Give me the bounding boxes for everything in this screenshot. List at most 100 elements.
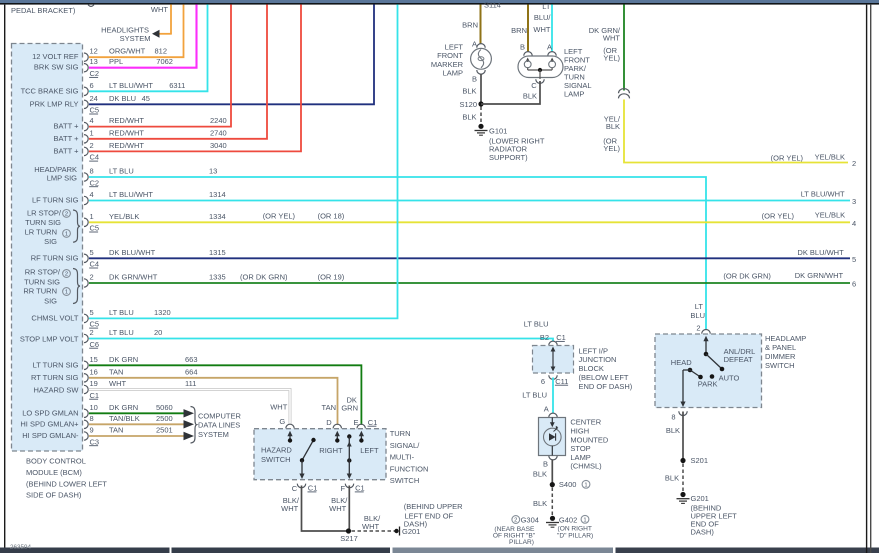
svg-text:TURN SIG: TURN SIG — [25, 218, 61, 227]
svg-text:B: B — [472, 75, 477, 84]
svg-text:5: 5 — [852, 255, 856, 264]
svg-text:111: 111 — [185, 379, 196, 388]
svg-text:WHT: WHT — [603, 34, 620, 43]
svg-text:GRN: GRN — [341, 404, 358, 413]
svg-text:2: 2 — [65, 212, 68, 218]
svg-text:HIGH: HIGH — [570, 427, 589, 436]
svg-text:812: 812 — [155, 47, 168, 56]
svg-text:C: C — [531, 81, 537, 90]
svg-text:10: 10 — [90, 403, 98, 412]
svg-text:C5: C5 — [90, 106, 100, 115]
svg-text:(OR 19): (OR 19) — [318, 273, 345, 282]
svg-text:1334: 1334 — [209, 212, 226, 221]
svg-text:C2: C2 — [90, 178, 100, 187]
svg-text:24: 24 — [90, 94, 98, 103]
svg-text:S400: S400 — [559, 480, 577, 489]
svg-text:PILLAR): PILLAR) — [509, 539, 534, 546]
svg-text:BRN: BRN — [462, 21, 478, 30]
svg-text:2501: 2501 — [156, 426, 173, 435]
svg-text:13: 13 — [90, 57, 98, 66]
svg-text:YEL): YEL) — [603, 54, 620, 63]
svg-text:PRK LMP RLY: PRK LMP RLY — [30, 99, 79, 108]
svg-text:8: 8 — [90, 167, 94, 176]
svg-text:YEL): YEL) — [603, 144, 620, 153]
svg-text:C: C — [292, 484, 298, 493]
svg-text:WHT: WHT — [329, 504, 346, 513]
svg-text:BLK: BLK — [523, 92, 537, 101]
svg-text:S201: S201 — [691, 456, 709, 465]
svg-text:LF TURN SIG: LF TURN SIG — [32, 196, 79, 205]
svg-text:BLK: BLK — [533, 470, 547, 479]
svg-text:C3: C3 — [90, 437, 100, 446]
svg-text:C5: C5 — [90, 224, 100, 233]
svg-text:DK GRN/WHT: DK GRN/WHT — [109, 273, 158, 282]
svg-text:HAZARD SW: HAZARD SW — [34, 386, 80, 395]
svg-text:SYSTEM: SYSTEM — [198, 430, 229, 439]
svg-text:S120: S120 — [459, 100, 477, 109]
svg-text:MARKER: MARKER — [431, 60, 464, 69]
svg-text:TAN/BLK: TAN/BLK — [109, 414, 140, 423]
svg-text:YEL/BLK: YEL/BLK — [815, 153, 845, 162]
svg-text:(OR 18): (OR 18) — [318, 212, 345, 221]
svg-text:LT BLU: LT BLU — [109, 167, 134, 176]
svg-text:PPL: PPL — [109, 57, 123, 66]
svg-text:DIMMER: DIMMER — [765, 352, 796, 361]
svg-text:LAMP: LAMP — [570, 453, 590, 462]
svg-text:SIDE OF DASH): SIDE OF DASH) — [26, 491, 82, 500]
svg-text:1: 1 — [583, 518, 586, 524]
svg-text:HEADLAMP: HEADLAMP — [765, 334, 806, 343]
svg-text:LT BLU: LT BLU — [522, 391, 547, 400]
svg-text:2500: 2500 — [156, 414, 173, 423]
svg-text:G304: G304 — [521, 516, 539, 525]
svg-text:LMP SIG: LMP SIG — [47, 174, 77, 183]
svg-text:LT BLU: LT BLU — [524, 320, 549, 329]
svg-text:(BEHIND LOWER LEFT: (BEHIND LOWER LEFT — [26, 479, 107, 488]
svg-text:1: 1 — [65, 290, 68, 296]
svg-text:2: 2 — [514, 518, 517, 524]
svg-text:BLK: BLK — [665, 474, 679, 483]
svg-text:RT TURN SIG: RT TURN SIG — [31, 373, 79, 382]
svg-text:HI SPD GMLAN-: HI SPD GMLAN- — [22, 431, 79, 440]
svg-text:DASH): DASH) — [691, 527, 715, 536]
svg-text:C6: C6 — [90, 340, 100, 349]
svg-text:(OR YEL): (OR YEL) — [263, 212, 296, 221]
svg-text:WHT: WHT — [362, 522, 379, 531]
svg-text:RF TURN SIG: RF TURN SIG — [31, 253, 79, 262]
svg-text:RR STOP/: RR STOP/ — [25, 267, 61, 276]
svg-text:TURN: TURN — [390, 429, 411, 438]
svg-text:20: 20 — [154, 328, 162, 337]
svg-text:G: G — [279, 417, 285, 426]
svg-text:6: 6 — [541, 377, 545, 386]
svg-text:WHT: WHT — [151, 5, 168, 14]
svg-text:664: 664 — [185, 367, 198, 376]
svg-text:END OF DASH): END OF DASH) — [579, 382, 633, 391]
svg-text:2: 2 — [90, 141, 94, 150]
svg-text:6: 6 — [852, 280, 856, 289]
svg-text:BATT +: BATT + — [54, 146, 80, 155]
svg-text:LR TURN: LR TURN — [25, 228, 57, 237]
svg-text:STOP: STOP — [570, 444, 590, 453]
svg-text:RED/WHT: RED/WHT — [109, 141, 144, 150]
svg-text:ORG/WHT: ORG/WHT — [109, 47, 146, 56]
svg-text:SIGNAL/: SIGNAL/ — [390, 441, 421, 450]
svg-text:RR TURN: RR TURN — [23, 287, 57, 296]
svg-text:1335: 1335 — [209, 273, 226, 282]
svg-text:LEFT I/P: LEFT I/P — [579, 346, 608, 355]
svg-text:G101: G101 — [489, 127, 507, 136]
svg-text:45: 45 — [142, 94, 150, 103]
svg-text:LT BLU/WHT: LT BLU/WHT — [109, 81, 153, 90]
svg-text:HEAD: HEAD — [671, 358, 692, 367]
svg-text:G201: G201 — [691, 494, 709, 503]
svg-text:DASH): DASH) — [404, 520, 428, 529]
svg-text:6: 6 — [90, 81, 94, 90]
svg-text:DK BLU: DK BLU — [109, 94, 136, 103]
svg-text:TURN SIG: TURN SIG — [24, 277, 60, 286]
svg-text:WHT: WHT — [281, 504, 298, 513]
svg-text:LEFT: LEFT — [360, 446, 379, 455]
svg-text:MULTI-: MULTI- — [390, 453, 415, 462]
svg-text:5060: 5060 — [156, 403, 173, 412]
svg-text:BODY CONTROL: BODY CONTROL — [26, 457, 86, 466]
svg-text:CHMSL VOLT: CHMSL VOLT — [31, 313, 79, 322]
svg-text:LO SPD GMLAN: LO SPD GMLAN — [22, 408, 78, 417]
svg-text:12: 12 — [90, 47, 98, 56]
